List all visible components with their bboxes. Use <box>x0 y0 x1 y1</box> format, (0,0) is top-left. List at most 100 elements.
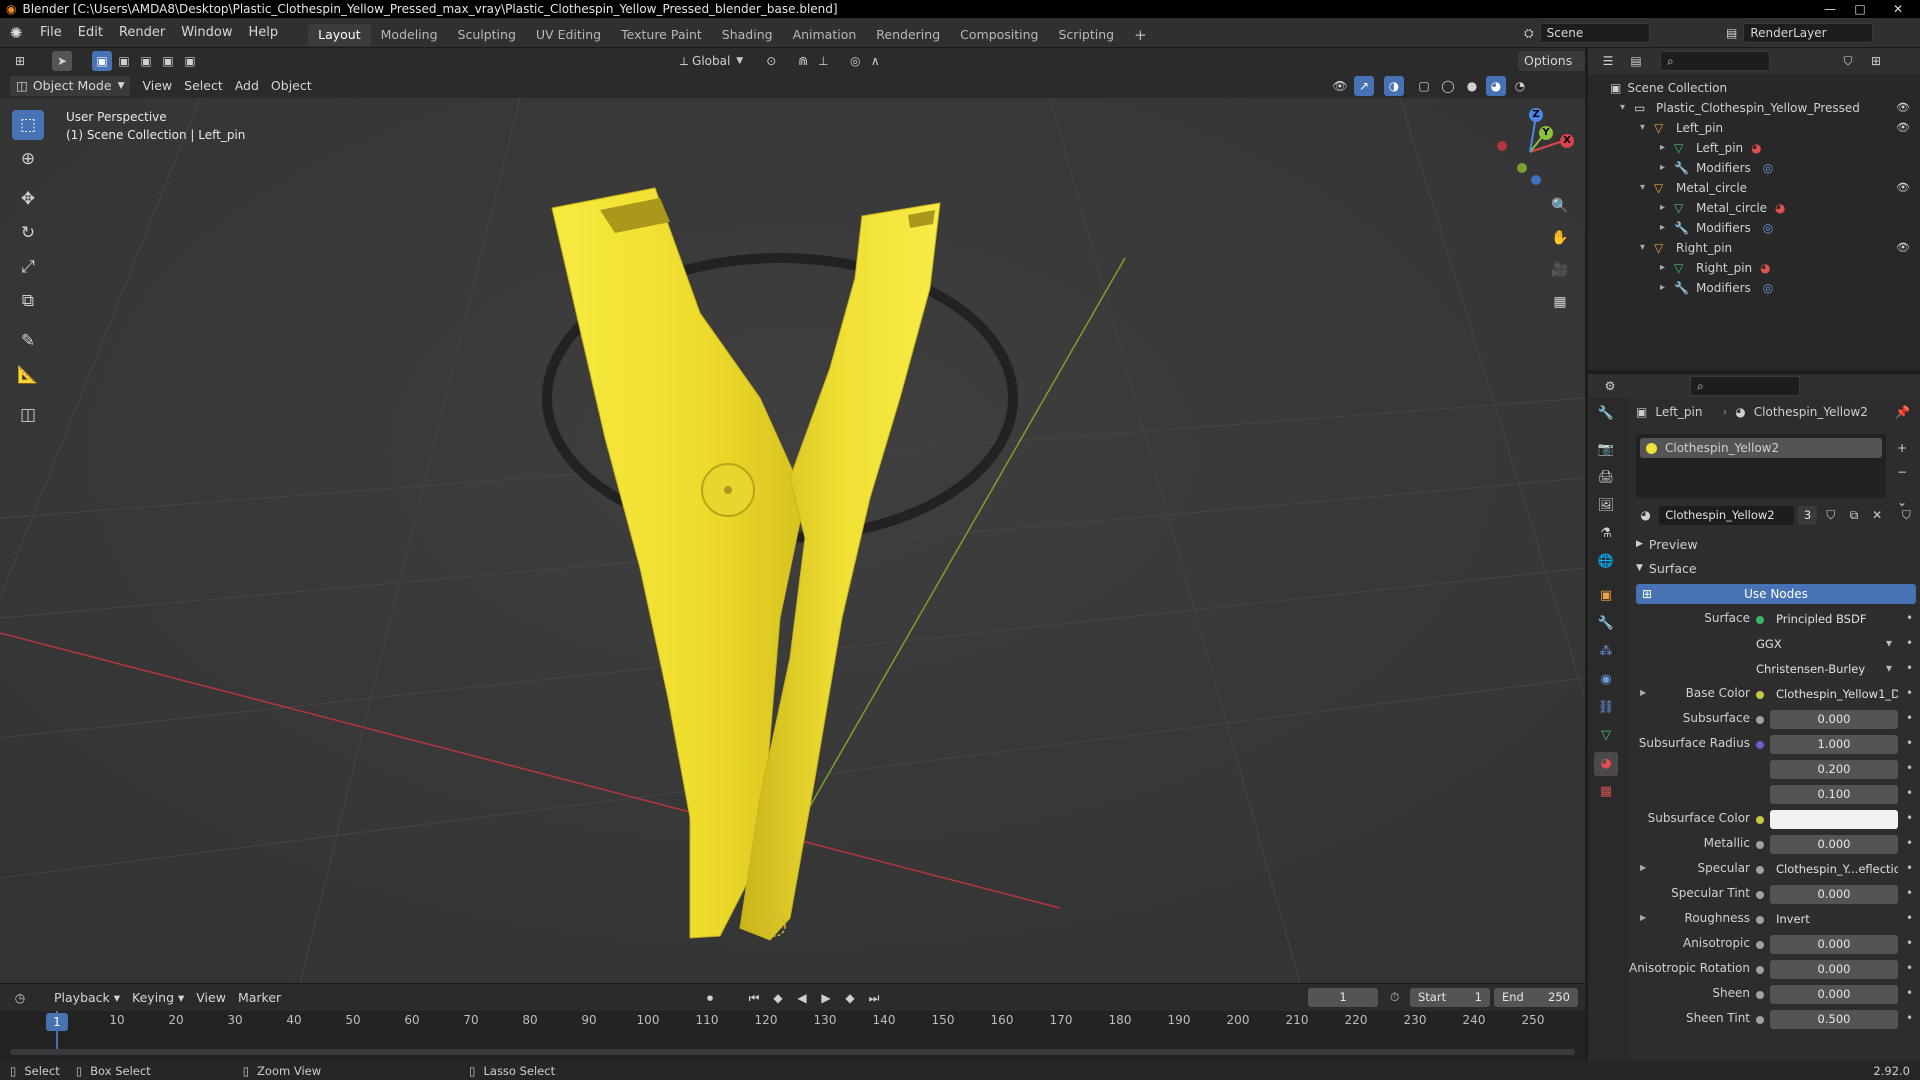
chevron-down-icon[interactable]: ▾ <box>1640 118 1654 138</box>
eye-icon[interactable]: 👁 <box>1896 98 1910 118</box>
timeline-editor-icon[interactable]: ◷ <box>10 988 30 1008</box>
grid-ortho-icon[interactable]: ▦ <box>1548 290 1572 314</box>
menu-view[interactable]: View <box>136 76 178 96</box>
tab-compositing[interactable]: Compositing <box>950 24 1048 46</box>
blender-menu-icon[interactable]: ✺ <box>0 24 32 42</box>
outliner-item[interactable]: ▸ ▽ Right_pin ◕ <box>1588 258 1920 278</box>
start-frame-field[interactable]: Start 1 <box>1410 988 1490 1007</box>
select-box-tool-icon[interactable]: ⬚ <box>12 110 44 140</box>
visibility-icon[interactable]: 👁 <box>1330 76 1350 96</box>
property-value-field[interactable]: 0.000 <box>1770 885 1898 904</box>
keyframe-dot-icon[interactable]: • <box>1906 936 1913 950</box>
record-icon[interactable]: ⏺ <box>700 988 720 1008</box>
duplicate-material-icon[interactable]: ⧉ <box>1844 505 1863 525</box>
navigation-gizmo[interactable]: X Y Z <box>1490 108 1574 190</box>
socket-icon[interactable] <box>1756 891 1764 899</box>
remove-slot-icon[interactable]: − <box>1892 462 1912 482</box>
surface-section-header[interactable]: ▼ Surface <box>1636 558 1697 578</box>
chevron-right-icon[interactable]: ▸ <box>1660 158 1674 178</box>
chevron-down-icon[interactable]: ▾ <box>1640 178 1654 198</box>
outliner-editor-icon[interactable]: ☰ <box>1598 51 1618 71</box>
keyframe-dot-icon[interactable]: • <box>1906 711 1913 725</box>
link-mode-icon[interactable]: ⛉ <box>1897 505 1916 525</box>
tab-animation[interactable]: Animation <box>783 24 867 46</box>
add-workspace-button[interactable]: + <box>1124 24 1157 46</box>
select-intersect-icon[interactable]: ▣ <box>180 51 200 71</box>
preview-section-header[interactable]: ▶ Preview <box>1636 534 1698 554</box>
measure-tool-icon[interactable]: 📐 <box>12 360 44 390</box>
mode-dropdown[interactable]: ◫ Object Mode ▼ <box>10 76 131 96</box>
texture-tab-icon[interactable]: ▦ <box>1594 780 1618 804</box>
world-tab-icon[interactable]: 🌐 <box>1594 550 1618 574</box>
property-value-field[interactable]: 1.000 <box>1770 735 1898 754</box>
add-slot-icon[interactable]: + <box>1892 438 1912 458</box>
material-name-field[interactable]: Clothespin_Yellow2 <box>1659 505 1794 525</box>
property-value-field[interactable]: 0.000 <box>1770 935 1898 954</box>
material-tab-icon[interactable]: ◕ <box>1594 752 1618 776</box>
outliner-item[interactable]: ▾ ▽ Left_pin 👁 <box>1588 118 1920 138</box>
3d-viewport[interactable]: ⬚ ⊕ ✥ ↻ ⤢ ⧉ ✎ 📐 ◫ User Perspective (1) S… <box>0 98 1585 983</box>
tab-scripting[interactable]: Scripting <box>1049 24 1125 46</box>
tab-sculpting[interactable]: Sculpting <box>448 24 526 46</box>
keyframe-dot-icon[interactable]: • <box>1906 686 1913 700</box>
tab-layout[interactable]: Layout <box>308 23 371 46</box>
property-dropdown[interactable]: GGX <box>1750 635 1898 654</box>
new-collection-icon[interactable]: ⊞ <box>1866 51 1886 71</box>
menu-edit[interactable]: Edit <box>70 18 111 48</box>
property-link-field[interactable]: Invert <box>1770 910 1898 929</box>
keyframe-dot-icon[interactable]: • <box>1906 986 1913 1000</box>
keyframe-dot-icon[interactable]: • <box>1906 611 1913 625</box>
outliner-item[interactable]: ▸ 🔧 Modifiers ◎ <box>1588 278 1920 298</box>
modifier-icon[interactable]: ◎ <box>1763 218 1773 238</box>
scale-tool-icon[interactable]: ⤢ <box>12 252 44 282</box>
property-dropdown[interactable]: Christensen-Burley <box>1750 660 1898 679</box>
filter-icon[interactable]: ⛉ <box>1838 51 1858 71</box>
keyframe-dot-icon[interactable]: • <box>1906 886 1913 900</box>
gizmo-z[interactable]: Z <box>1529 108 1543 122</box>
keyframe-dot-icon[interactable]: • <box>1906 811 1913 825</box>
outliner-item[interactable]: ▾ ▽ Right_pin 👁 <box>1588 238 1920 258</box>
current-frame-field[interactable]: 1 <box>1308 988 1378 1007</box>
options-button[interactable]: Options ▾ <box>1518 51 1585 88</box>
properties-search-input[interactable]: ⌕ <box>1690 376 1800 396</box>
select-invert-icon[interactable]: ▣ <box>158 51 178 71</box>
chevron-down-icon[interactable]: ▾ <box>1620 98 1634 118</box>
modifier-tab-icon[interactable]: 🔧 <box>1594 612 1618 636</box>
material-icon[interactable]: ◕ <box>1751 138 1761 158</box>
socket-icon[interactable] <box>1756 816 1764 824</box>
jump-start-icon[interactable]: ⏮ <box>744 988 764 1008</box>
timeline-scrollbar[interactable] <box>10 1049 1575 1055</box>
gizmo-y[interactable]: Y <box>1539 126 1553 140</box>
fake-user-icon[interactable]: ⛉ <box>1821 505 1840 525</box>
socket-icon[interactable] <box>1756 916 1764 924</box>
property-value-field[interactable]: 0.100 <box>1770 785 1898 804</box>
move-tool-icon[interactable]: ✥ <box>12 184 44 214</box>
menu-file[interactable]: File <box>32 18 70 48</box>
tab-uv-editing[interactable]: UV Editing <box>526 24 611 46</box>
gizmo-toggle-icon[interactable]: ↗ <box>1354 76 1374 96</box>
menu-render[interactable]: Render <box>111 18 173 48</box>
gizmo-x[interactable]: X <box>1560 134 1574 148</box>
cursor-tool-icon[interactable]: ⊕ <box>12 144 44 174</box>
rendered-shading-icon[interactable]: ◔ <box>1510 76 1530 96</box>
material-icon[interactable]: ◕ <box>1760 258 1770 278</box>
material-slot-item[interactable]: Clothespin_Yellow2 <box>1640 438 1882 458</box>
minimize-button[interactable]: — <box>1816 0 1844 18</box>
property-value-field[interactable]: 0.200 <box>1770 760 1898 779</box>
property-link-field[interactable]: Principled BSDF <box>1770 610 1898 629</box>
select-extend-icon[interactable]: ▣ <box>114 51 134 71</box>
property-link-field[interactable]: Clothespin_Yellow1_Diffu... <box>1770 685 1898 704</box>
keyframe-dot-icon[interactable]: • <box>1906 1011 1913 1025</box>
falloff-icon[interactable]: ∧ <box>865 51 885 71</box>
constraints-tab-icon[interactable]: ⛓ <box>1594 696 1618 720</box>
chevron-right-icon[interactable]: ▸ <box>1660 138 1674 158</box>
outliner-item[interactable]: ▸ 🔧 Modifiers ◎ <box>1588 158 1920 178</box>
xray-icon[interactable]: ▢ <box>1414 76 1434 96</box>
editor-type-icon[interactable]: ⊞ <box>10 51 30 71</box>
socket-icon[interactable] <box>1756 866 1764 874</box>
tab-rendering[interactable]: Rendering <box>866 24 950 46</box>
playhead-frame[interactable]: 1 <box>46 1013 68 1031</box>
particles-tab-icon[interactable]: ⁂ <box>1594 640 1618 664</box>
menu-playback[interactable]: Playback ▾ <box>48 988 126 1008</box>
proportional-edit-icon[interactable]: ◎ <box>845 51 865 71</box>
